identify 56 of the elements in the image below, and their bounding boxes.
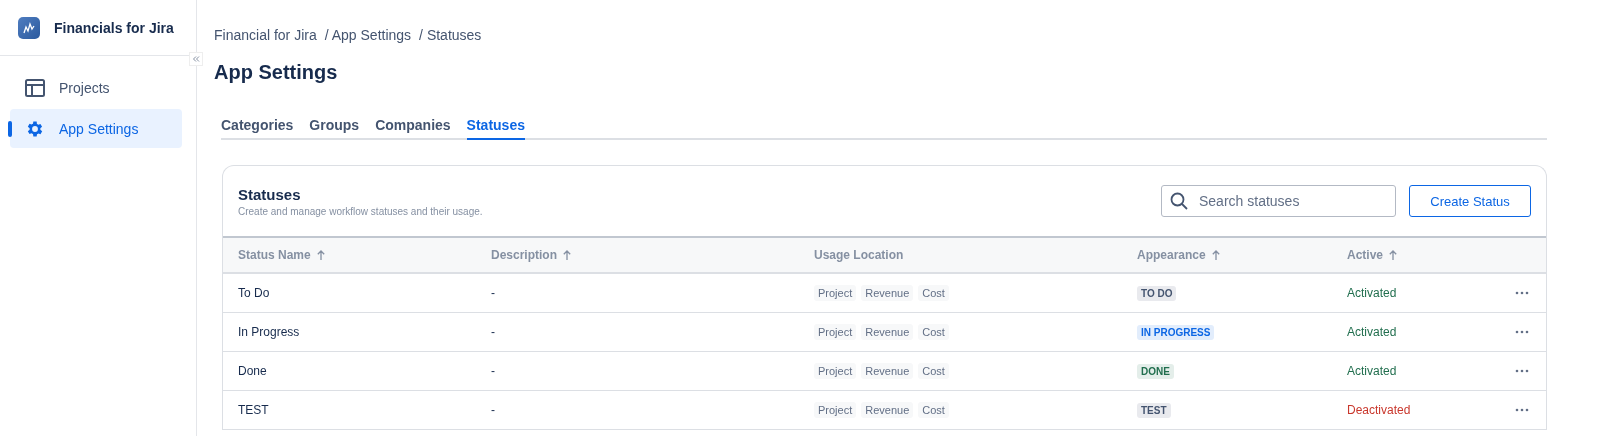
table-cell: To Do [238, 286, 270, 300]
page-title: App Settings [214, 61, 339, 85]
sidebar-item[interactable]: App Settings [10, 109, 182, 148]
more-options-icon[interactable] [1513, 330, 1531, 334]
usage-tag: Cost [918, 363, 949, 379]
status-lozenge: TEST [1137, 403, 1171, 418]
card-title: Statuses [238, 185, 302, 203]
usage-tag: Revenue [861, 363, 914, 379]
tab[interactable]: Categories [221, 113, 294, 140]
more-options-icon[interactable] [1513, 291, 1531, 295]
tab[interactable]: Statuses [466, 113, 525, 140]
status-lozenge: TO DO [1137, 286, 1177, 301]
usage-tag: Project [814, 324, 857, 340]
sort-arrow-icon[interactable] [1211, 250, 1220, 260]
collapse-sidebar-button[interactable] [189, 52, 203, 66]
table-cell: - [491, 286, 495, 300]
usage-tag: Project [814, 285, 857, 301]
active-status: Deactivated [1347, 403, 1411, 417]
table-cell: - [491, 403, 495, 417]
tab[interactable]: Companies [375, 113, 451, 140]
breadcrumb-link[interactable]: / Statuses [419, 27, 482, 45]
usage-tag: Cost [918, 285, 949, 301]
more-options-icon[interactable] [1513, 408, 1531, 412]
usage-tag: Project [814, 402, 857, 418]
table-cell: - [491, 325, 495, 339]
active-status: Activated [1347, 364, 1397, 378]
more-options-icon[interactable] [1513, 369, 1531, 373]
table-cell: - [491, 364, 495, 378]
usage-tag: Revenue [861, 402, 914, 418]
usage-tag: Revenue [861, 324, 914, 340]
sort-arrow-icon[interactable] [1389, 250, 1398, 260]
sort-arrow-icon[interactable] [316, 250, 325, 260]
double-chevron-left-icon [192, 56, 200, 62]
table-cell: Done [238, 364, 267, 378]
usage-tag: Cost [918, 402, 949, 418]
status-lozenge: DONE [1137, 364, 1174, 379]
sort-arrow-icon[interactable] [563, 250, 571, 260]
usage-tag: Revenue [861, 285, 914, 301]
active-status: Activated [1347, 286, 1397, 300]
usage-tag: Project [814, 363, 857, 379]
status-lozenge: IN PROGRESS [1137, 325, 1215, 340]
table-cell: TEST [238, 403, 269, 417]
tab[interactable]: Groups [309, 113, 360, 140]
app-logo-icon [18, 16, 40, 39]
active-status: Activated [1347, 325, 1397, 339]
app-name: Financials for Jira [54, 19, 174, 36]
usage-tag: Cost [918, 324, 949, 340]
card-subtitle: Create and manage workflow statuses and their usage. [238, 205, 484, 217]
layout-icon [25, 78, 45, 97]
breadcrumb-link[interactable]: Financial for Jira [214, 27, 317, 45]
create-status-button[interactable]: Create Status [1409, 185, 1531, 217]
search-field[interactable]: Search statuses [1161, 185, 1396, 217]
table-cell: In Progress [238, 325, 300, 339]
breadcrumb-link[interactable]: / App Settings [324, 27, 412, 45]
sidebar-item[interactable]: Projects [10, 68, 182, 107]
column-header: Usage Location [814, 248, 904, 262]
